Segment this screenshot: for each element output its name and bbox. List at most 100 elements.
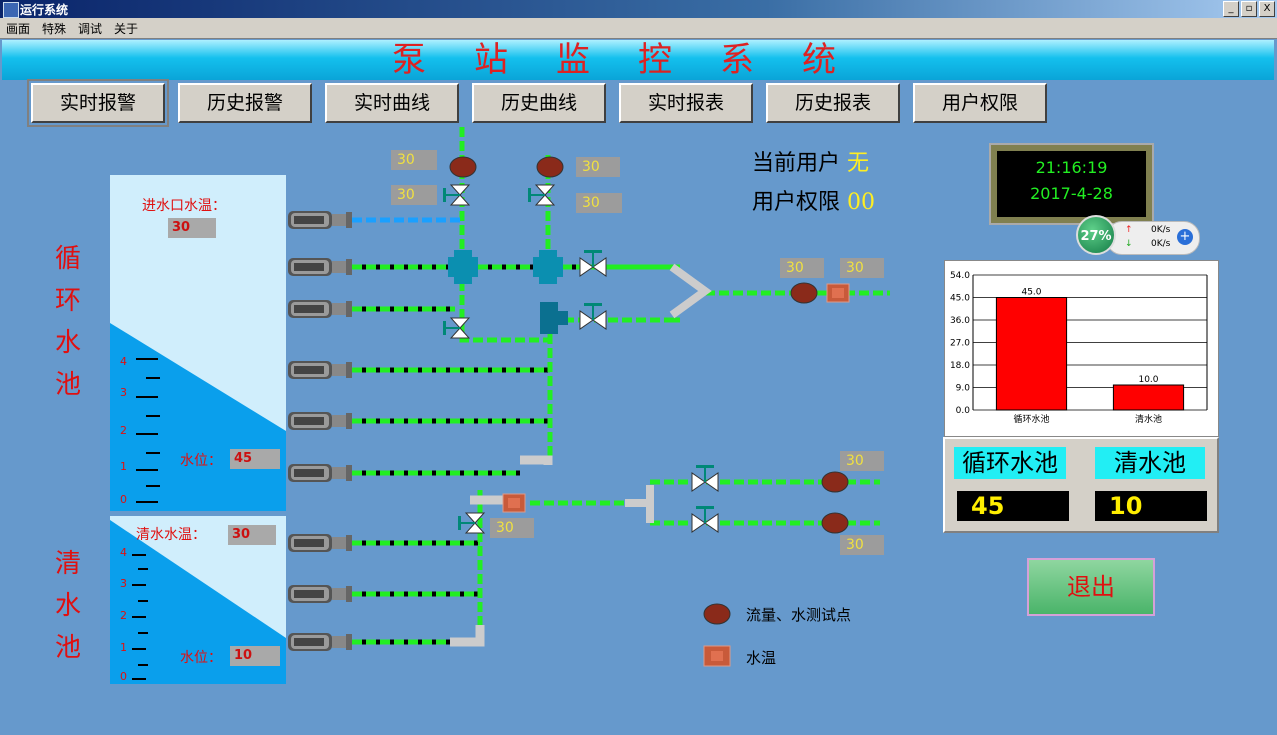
sensor-value: 30 (576, 157, 620, 177)
scale-label: 4 (120, 355, 127, 368)
x-category-label: 清水池 (1135, 413, 1162, 425)
flow-legend-label: 流量、水测试点 (746, 606, 852, 624)
valve-icon (442, 184, 470, 206)
side-char: 池 (54, 633, 81, 663)
current-user-label: 当前用户 (752, 151, 841, 176)
network-widget[interactable]: ↑ ↓ 0K/s 0K/s + 27% (1076, 215, 1200, 255)
user-permission-value: 00 (847, 190, 876, 215)
exit-button[interactable]: 退出 (1027, 558, 1155, 616)
side-char: 循 (54, 244, 81, 274)
clock-panel: 21:16:19 2017-4-28 (989, 143, 1154, 225)
flow-sensor-icon (821, 512, 849, 534)
nav-realtime-curve-button[interactable]: 实时曲线 (325, 83, 459, 123)
flow-legend-icon (703, 603, 731, 625)
y-tick-label: 36.0 (950, 316, 970, 326)
sensor-value: 30 (840, 451, 884, 471)
menu-item-debug[interactable]: 调试 (72, 18, 108, 38)
scale-label: 0 (120, 493, 127, 506)
sensor-value: 30 (391, 150, 437, 170)
clean-level-value: 10 (230, 646, 280, 666)
nav-history-report-button[interactable]: 历史报表 (766, 83, 900, 123)
clean-level-label: 水位： (180, 650, 222, 666)
nav-realtime-alarm-button[interactable]: 实时报警 (27, 79, 169, 127)
pump-icon (288, 300, 352, 318)
flow-sensor-icon (790, 282, 818, 304)
pump-icon (288, 412, 352, 430)
flow-sensor-icon (536, 156, 564, 178)
download-rate: 0K/s (1151, 239, 1171, 249)
sensor-value: 30 (840, 258, 884, 278)
plus-icon[interactable]: + (1177, 229, 1193, 245)
user-permission: 用户权限 00 (752, 184, 875, 216)
window-title: 运行系统 (20, 3, 69, 17)
sensor-value: 30 (780, 258, 824, 278)
clean-temp-value: 30 (228, 525, 276, 545)
flow-sensor-icon (449, 156, 477, 178)
valve-icon (579, 302, 607, 330)
level-bar-chart: 54.0 45.0 36.0 27.0 18.0 9.0 0.0 45.0 循环水池 10.0 清水… (944, 260, 1219, 437)
bar-data-label: 45.0 (1021, 288, 1041, 298)
scale-label: 2 (120, 609, 127, 622)
download-arrow-icon: ↓ (1125, 239, 1133, 249)
y-tick-label: 54.0 (950, 271, 970, 281)
sensor-value: 30 (576, 193, 622, 213)
pump-icon (288, 534, 352, 552)
circ-panel-value: 45 (957, 491, 1069, 521)
network-percent: 27% (1076, 215, 1116, 255)
menu-item-screen[interactable]: 画面 (0, 18, 36, 38)
clean-tank: 4 3 2 1 0 清水水温： 30 水位： 10 (110, 516, 286, 684)
clock-display: 21:16:19 2017-4-28 (997, 151, 1146, 217)
scale-label: 4 (120, 546, 127, 559)
y-tick-label: 0.0 (956, 406, 971, 416)
banner: 泵站监控系统 (2, 40, 1274, 80)
sensor-value: 30 (391, 185, 437, 205)
valve-icon (691, 505, 719, 533)
circ-panel-title: 循环水池 (954, 447, 1066, 479)
current-user: 当前用户 无 (752, 145, 869, 177)
menu-item-special[interactable]: 特殊 (36, 18, 72, 38)
clock-date: 2017-4-28 (1030, 184, 1113, 203)
circ-level-label: 水位： (180, 453, 222, 469)
valve-icon (691, 464, 719, 492)
minimize-button[interactable]: _ (1223, 1, 1239, 17)
scale-label: 0 (120, 670, 127, 683)
clean-panel-value: 10 (1095, 491, 1207, 521)
circ-tank-side-label: 循 环 水 池 (53, 238, 83, 406)
level-panel: 循环水池 清水池 45 10 (943, 437, 1219, 533)
nav-user-permission-button[interactable]: 用户权限 (913, 83, 1047, 123)
flow-sensor-icon (821, 471, 849, 493)
y-tick-label: 27.0 (950, 339, 970, 349)
side-char: 水 (54, 328, 81, 358)
side-char: 清 (54, 549, 81, 579)
pump-icon (288, 258, 352, 276)
y-tick-label: 18.0 (950, 361, 970, 371)
nav-realtime-report-button[interactable]: 实时报表 (619, 83, 753, 123)
inlet-temp-label: 进水口水温： (142, 198, 226, 214)
valve-icon (527, 184, 555, 206)
temp-sensor-icon (826, 283, 850, 303)
pump-icon (288, 464, 352, 482)
clock-time: 21:16:19 (1035, 158, 1108, 177)
side-char: 池 (54, 370, 81, 400)
circ-level-value: 45 (230, 449, 280, 469)
circ-tank: 4 3 2 1 0 进水口水温： 30 水位： 45 (110, 175, 286, 511)
pump-icon (288, 633, 352, 651)
scale-label: 1 (120, 641, 127, 654)
scale-label: 2 (120, 424, 127, 437)
inlet-temp-value: 30 (168, 218, 216, 238)
menu-item-about[interactable]: 关于 (108, 18, 144, 38)
close-button[interactable]: X (1259, 1, 1275, 17)
clean-panel-title: 清水池 (1095, 447, 1205, 479)
temp-sensor-icon (502, 493, 526, 513)
valve-icon (442, 317, 470, 339)
nav-history-alarm-button[interactable]: 历史报警 (178, 83, 312, 123)
restore-button[interactable]: ▫ (1241, 1, 1257, 17)
side-char: 水 (54, 591, 81, 621)
scale-label: 3 (120, 577, 127, 590)
scale-label: 3 (120, 386, 127, 399)
scale-label: 1 (120, 460, 127, 473)
sensor-value: 30 (490, 518, 534, 538)
nav-history-curve-button[interactable]: 历史曲线 (472, 83, 606, 123)
app-icon (3, 2, 19, 18)
pump-icon (288, 211, 352, 229)
